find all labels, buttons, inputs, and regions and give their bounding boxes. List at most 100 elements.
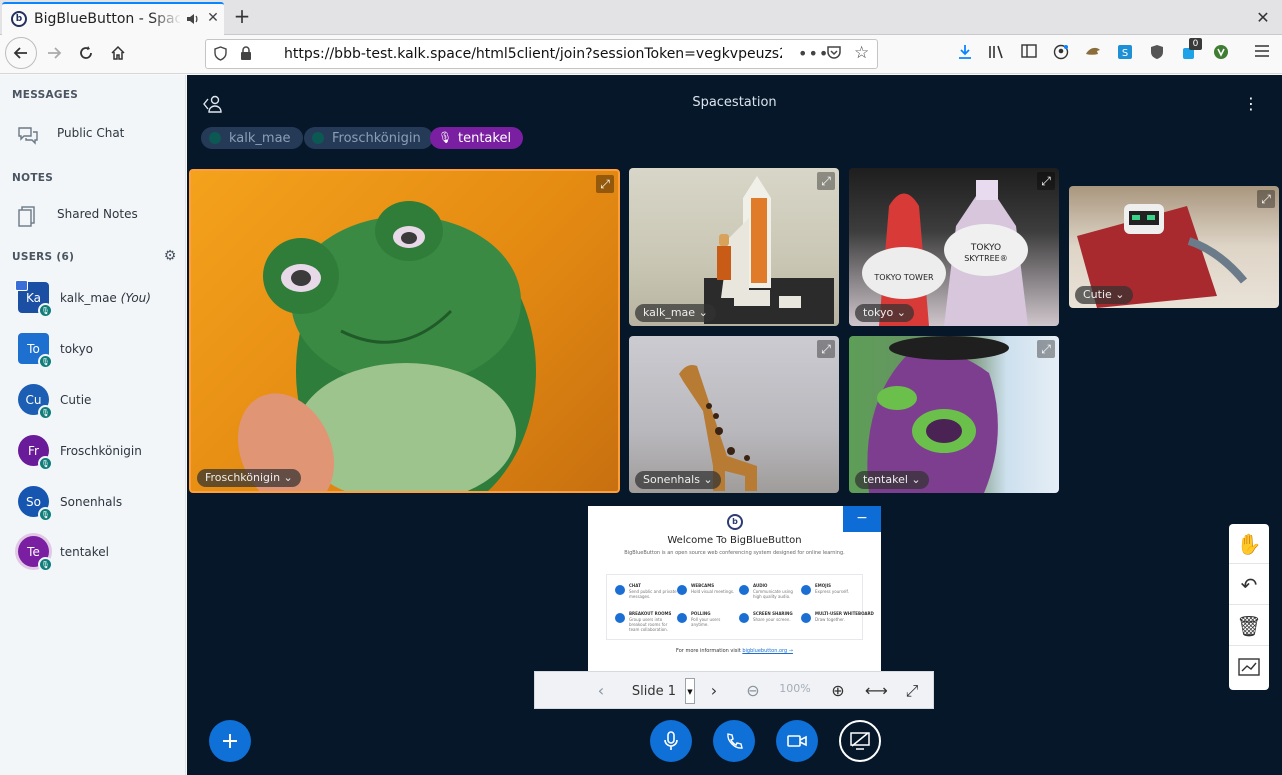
undo-icon[interactable]: ↶ [1229, 565, 1269, 605]
window-close-icon[interactable]: ✕ [1254, 8, 1272, 27]
forward-button[interactable] [39, 38, 69, 68]
account-icon[interactable] [1051, 44, 1071, 64]
user-list-sidebar: MESSAGES Public Chat NOTES Shared Notes … [0, 75, 186, 775]
fullscreen-expand-icon[interactable]: ⤢ [1037, 172, 1055, 190]
video-tentakel[interactable]: ⤢ tentakel ⌄ [849, 336, 1059, 493]
fullscreen-icon[interactable]: ⤢ [901, 680, 923, 702]
extension-badge-icon[interactable]: 0 [1179, 38, 1202, 64]
tab-close-icon[interactable]: ✕ [205, 10, 221, 28]
video-cutie[interactable]: ⤢ Cutie ⌄ [1069, 186, 1279, 308]
screenshare-button[interactable] [839, 720, 881, 762]
feature-item: EMOJIS Express yourself. [801, 581, 863, 605]
video-froschkoenigin[interactable]: ⤢ Froschkönigin ⌄ [189, 169, 620, 493]
video-kalk-mae[interactable]: ⤢ kalk_mae ⌄ [629, 168, 839, 326]
fullscreen-expand-icon[interactable]: ⤢ [817, 172, 835, 190]
hand-tool-icon[interactable]: ✋ [1229, 524, 1269, 564]
options-kebab-icon[interactable]: ⋮ [1243, 93, 1259, 115]
multi-user-whiteboard-icon[interactable] [1229, 647, 1269, 687]
video-user-label[interactable]: Sonenhals ⌄ [635, 471, 721, 489]
fit-to-width-icon[interactable]: ⟷ [865, 680, 888, 702]
talker-pill-kalk-mae[interactable]: kalk_mae [201, 127, 303, 149]
fullscreen-expand-icon[interactable]: ⤢ [1257, 190, 1275, 208]
presentation-slide[interactable]: b Welcome To BigBlueButton BigBlueButton… [588, 506, 881, 671]
user-name: Froschkönigin [60, 444, 142, 458]
addon-badge-count: 0 [1189, 38, 1202, 50]
previous-slide-icon[interactable]: ‹ [590, 680, 612, 702]
public-chat-item[interactable]: Public Chat [0, 115, 185, 153]
feature-item: WEBCAMS Hold visual meetings. [677, 581, 739, 605]
video-user-label[interactable]: tentakel ⌄ [855, 471, 929, 489]
microphone-icon: 🎙 [38, 303, 53, 318]
extension-skype-icon[interactable]: S [1115, 44, 1135, 64]
browser-tab[interactable]: b BigBlueButton - Spacestation ✕ [2, 2, 224, 35]
toggle-user-list-icon[interactable] [202, 93, 224, 115]
trash-icon[interactable]: 🗑 [1229, 606, 1269, 646]
zoom-out-icon[interactable]: ⊖ [742, 680, 764, 702]
fullscreen-expand-icon[interactable]: ⤢ [817, 340, 835, 358]
video-user-label[interactable]: Cutie ⌄ [1075, 286, 1133, 304]
user-options-gear-icon[interactable]: ⚙ [162, 248, 178, 264]
feature-item: SCREEN SHARING Share your screen. [739, 609, 801, 633]
user-row-cutie[interactable]: Cu 🎙 Cutie [0, 378, 185, 424]
tracking-shield-icon[interactable] [214, 46, 227, 65]
hamburger-menu-icon[interactable] [1252, 44, 1272, 64]
slide-footer-link[interactable]: bigbluebutton.org → [742, 648, 793, 654]
emoji-icon [801, 585, 811, 595]
back-button[interactable] [5, 37, 37, 69]
video-user-label[interactable]: kalk_mae ⌄ [635, 304, 716, 322]
slide-footer: For more information visit bigbluebutton… [676, 648, 793, 654]
speaker-icon[interactable] [185, 11, 201, 27]
library-icon[interactable] [987, 44, 1007, 64]
screenshare-icon [739, 613, 749, 623]
video-user-label[interactable]: Froschkönigin ⌄ [197, 469, 301, 487]
reload-icon[interactable] [71, 38, 101, 68]
webcam-button[interactable] [776, 720, 818, 762]
sidebar-toggle-icon[interactable] [1019, 44, 1039, 64]
talker-pill-froschkoenigin[interactable]: Froschkönigin [304, 127, 433, 149]
actions-plus-button[interactable] [209, 720, 251, 762]
feature-item: MULTI-USER WHITEBOARD Draw together. [801, 609, 874, 633]
url-text[interactable]: https://bbb-test.kalk.space/html5client/… [284, 46, 782, 62]
video-sonenhals[interactable]: ⤢ Sonenhals ⌄ [629, 336, 839, 493]
minimize-presentation-button[interactable]: − [843, 506, 881, 532]
lock-icon[interactable] [240, 46, 252, 64]
user-name: Sonenhals [60, 495, 123, 509]
browser-navigation-bar: https://bbb-test.kalk.space/html5client/… [0, 35, 1282, 74]
talker-pill-tentakel[interactable]: 🎙 tentakel [430, 127, 524, 149]
notes-icon [16, 204, 40, 228]
user-row-kalk-mae[interactable]: Ka 🎙 kalk_mae (You) [0, 276, 185, 322]
feature-item: CHAT Send public and private messages. [615, 581, 677, 605]
extension-green-icon[interactable] [1211, 44, 1231, 64]
phone-audio-button[interactable] [713, 720, 755, 762]
user-name: kalk_mae (You) [60, 291, 151, 305]
svg-text:TOKYO TOWER: TOKYO TOWER [873, 273, 934, 282]
webcam-icon [677, 585, 687, 595]
slide-select[interactable]: Slide 1 [617, 681, 691, 703]
extension-shield-icon[interactable] [1147, 44, 1167, 64]
home-icon[interactable] [103, 38, 133, 68]
page-actions-icon[interactable]: ••• [798, 44, 829, 63]
user-row-sonenhals[interactable]: So 🎙 Sonenhals [0, 480, 185, 526]
new-tab-button[interactable]: + [232, 6, 252, 28]
fullscreen-expand-icon[interactable]: ⤢ [596, 175, 614, 193]
user-row-tentakel[interactable]: Te 🎙 tentakel [0, 530, 185, 576]
next-slide-icon[interactable]: › [703, 680, 725, 702]
user-row-tokyo[interactable]: To 🎙 tokyo [0, 327, 185, 373]
chevron-down-icon[interactable]: ▼ [685, 678, 695, 704]
fullscreen-expand-icon[interactable]: ⤢ [1037, 340, 1055, 358]
downloads-icon[interactable] [955, 44, 975, 64]
extension-animal-icon[interactable] [1083, 44, 1103, 64]
bigbluebutton-favicon-icon: b [11, 11, 27, 27]
feature-item: AUDIO Communicate using high quality audi… [739, 581, 801, 605]
pocket-icon[interactable] [826, 45, 842, 64]
bookmark-star-icon[interactable]: ☆ [854, 43, 869, 63]
poll-icon [677, 613, 687, 623]
microphone-button[interactable] [650, 720, 692, 762]
svg-text:TOKYO: TOKYO [970, 243, 1001, 253]
video-user-label[interactable]: tokyo ⌄ [855, 304, 914, 322]
shared-notes-item[interactable]: Shared Notes [0, 196, 185, 234]
user-row-froschkoenigin[interactable]: Fr 🎙 Froschkönigin [0, 429, 185, 475]
zoom-in-icon[interactable]: ⊕ [827, 680, 849, 702]
video-tokyo[interactable]: TOKYO TOWER TOKYO SKYTREE® ⤢ tokyo ⌄ [849, 168, 1059, 326]
url-bar[interactable]: https://bbb-test.kalk.space/html5client/… [205, 39, 878, 69]
